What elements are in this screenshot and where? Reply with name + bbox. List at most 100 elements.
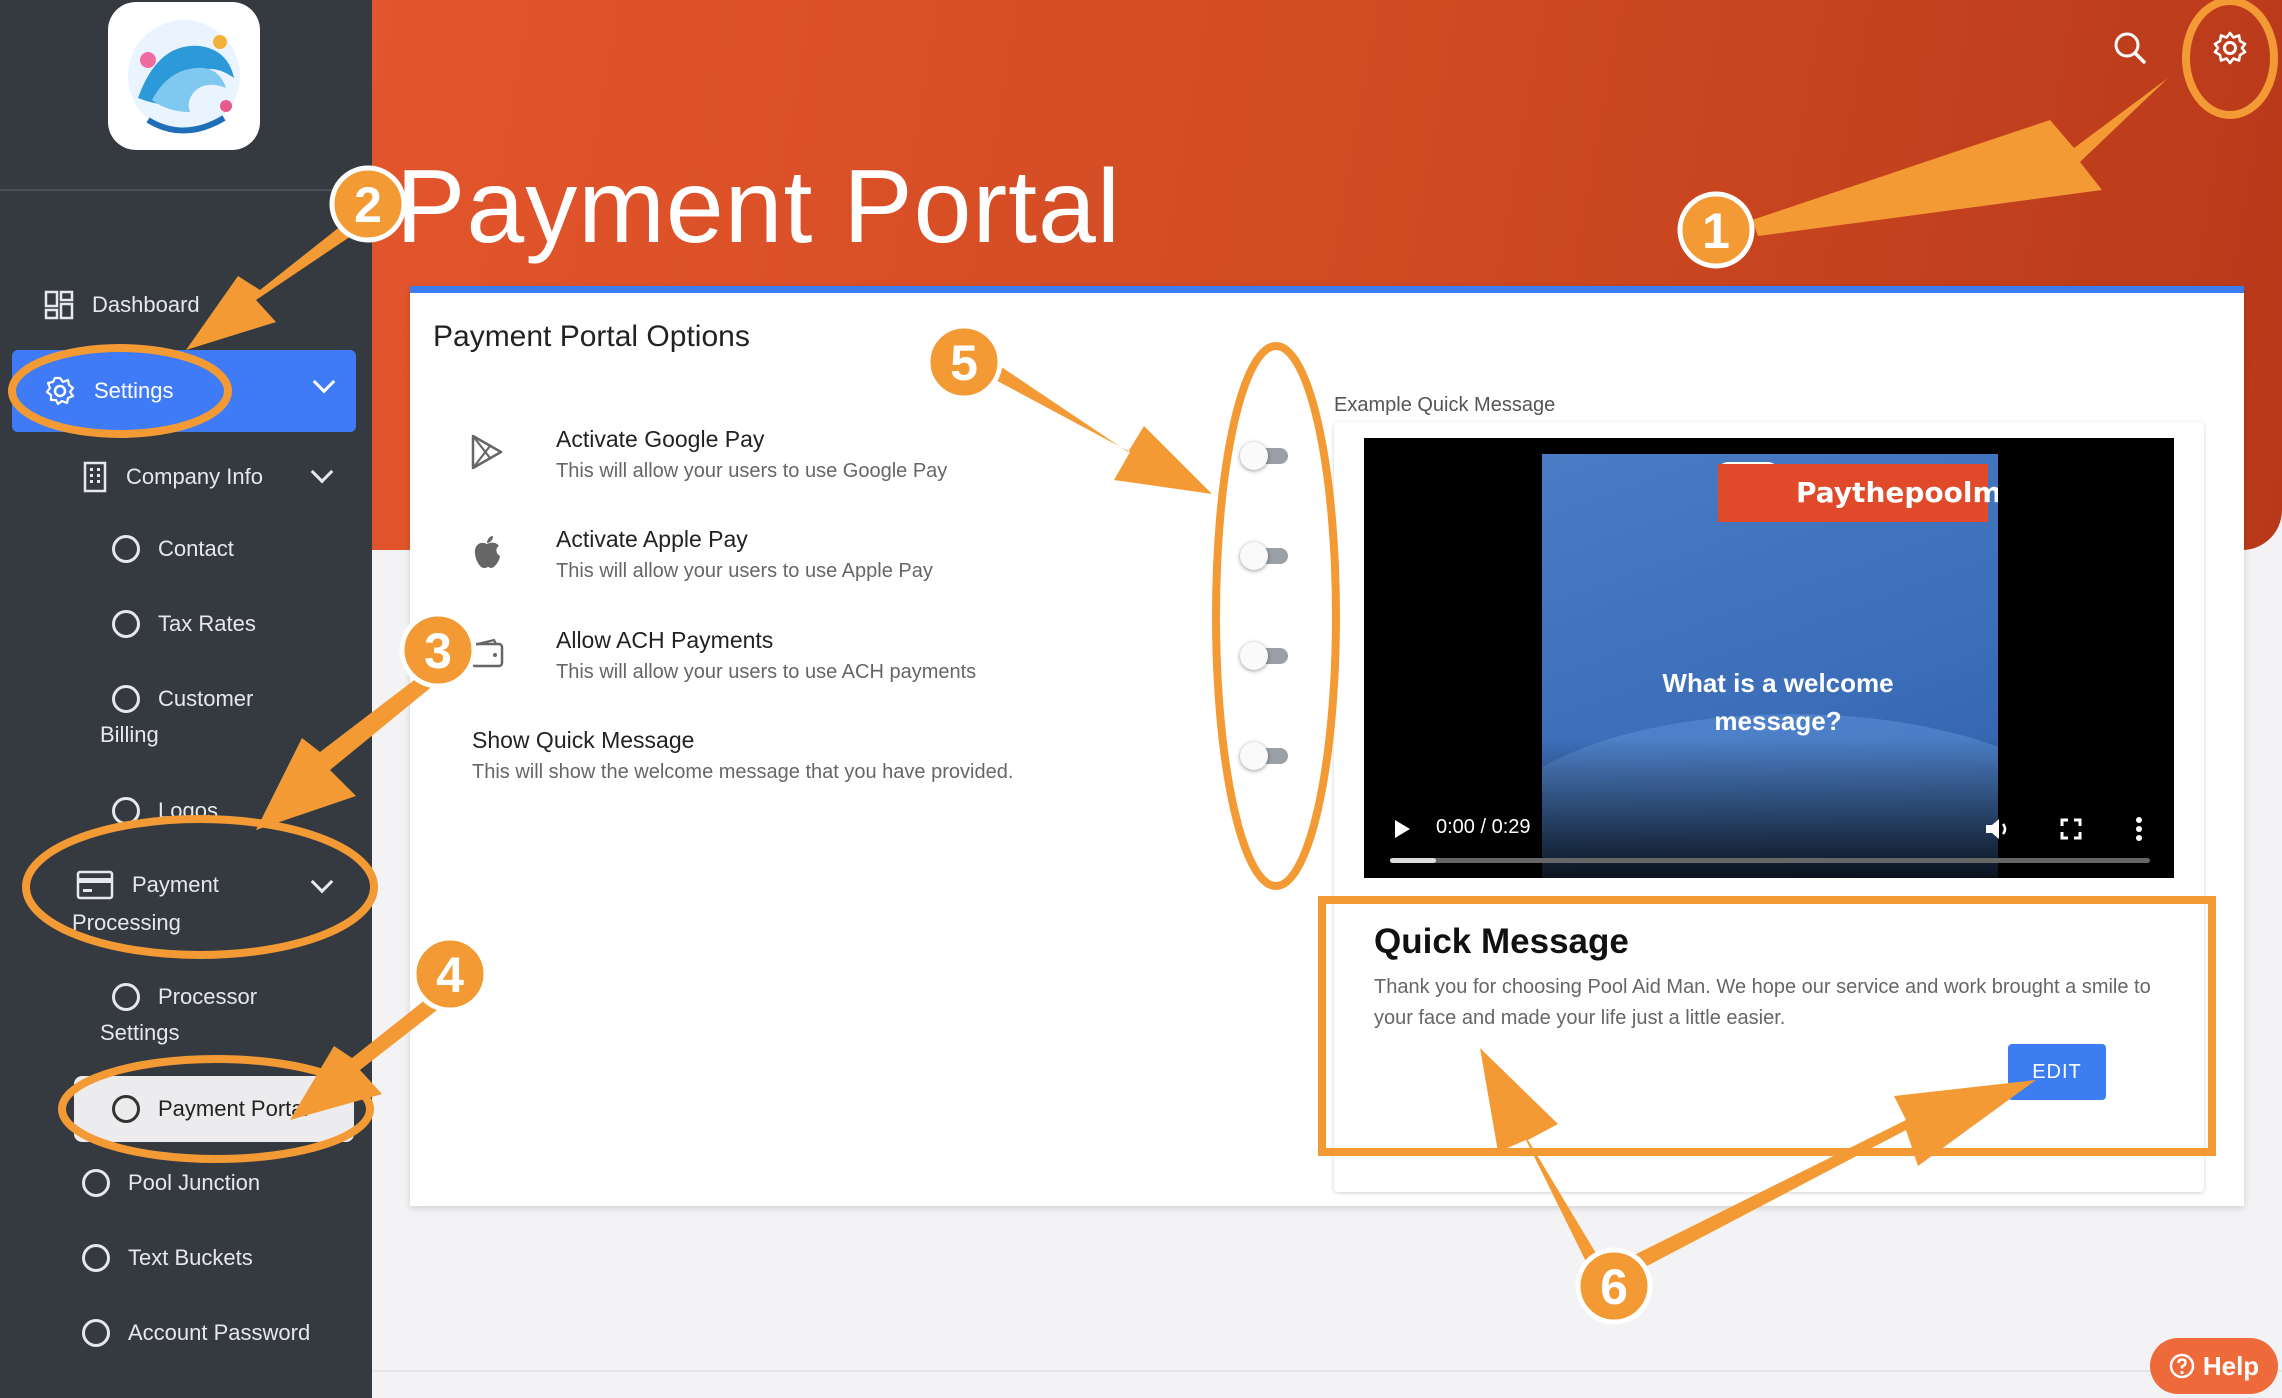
option-title-quick-message: Show Quick Message xyxy=(472,727,695,753)
toggle-knob xyxy=(1240,442,1268,470)
sidebar-item-payment-processing[interactable]: Payment xyxy=(76,868,219,902)
sidebar-item-pool-junction[interactable]: Pool Junction xyxy=(82,1166,260,1200)
welcome-video-player[interactable]: Paythepoolman What is a welcome message?… xyxy=(1364,438,2174,878)
sidebar-item-label: Logos xyxy=(158,798,218,823)
sidebar-item-dashboard[interactable]: Dashboard xyxy=(44,288,200,322)
circle-icon xyxy=(112,535,140,563)
sidebar-item-payment-portal-row[interactable]: Payment Portal xyxy=(112,1092,308,1126)
option-title-google-pay: Activate Google Pay xyxy=(556,426,765,452)
sidebar-item-label: Customer xyxy=(158,686,254,711)
credit-card-icon xyxy=(76,870,114,900)
sidebar-item-label: Contact xyxy=(158,536,234,561)
chevron-down-icon[interactable] xyxy=(312,370,336,394)
card-accent-bar xyxy=(410,286,2244,293)
page-bottom-divider xyxy=(372,1370,2282,1372)
payment-portal-options-card: Payment Portal Options Activate Google P… xyxy=(410,286,2244,1206)
annotation-badge-6 xyxy=(1575,1247,1653,1325)
option-desc-ach: This will allow your users to use ACH pa… xyxy=(556,661,977,683)
toggle-knob xyxy=(1240,542,1268,570)
sidebar-item-settings[interactable]: Settings xyxy=(12,350,356,432)
more-options-icon[interactable] xyxy=(2134,816,2144,842)
option-title-ach: Allow ACH Payments xyxy=(556,627,774,653)
play-icon[interactable] xyxy=(1392,818,1412,840)
page-title: Payment Portal xyxy=(396,149,1121,265)
quick-message-title: Quick Message xyxy=(1374,922,1629,961)
video-progress-bar[interactable] xyxy=(1390,858,2150,863)
circle-icon xyxy=(82,1319,110,1347)
circle-icon xyxy=(112,685,140,713)
toggle-quick-message[interactable] xyxy=(1240,740,1290,770)
sidebar-item-contact[interactable]: Contact xyxy=(112,532,234,566)
help-question-icon xyxy=(2169,1353,2195,1379)
sidebar-item-label-continued: Billing xyxy=(100,718,159,752)
toggle-google-pay[interactable] xyxy=(1240,440,1290,470)
sidebar-divider xyxy=(0,189,372,191)
sidebar-item-label: Settings xyxy=(100,1020,180,1045)
toggle-knob xyxy=(1240,742,1268,770)
edit-button[interactable]: EDIT xyxy=(2008,1044,2106,1100)
settings-row: Settings xyxy=(44,374,174,408)
volume-icon[interactable] xyxy=(1984,816,2012,842)
building-icon xyxy=(83,461,107,493)
wallet-icon xyxy=(470,638,504,668)
fullscreen-icon[interactable] xyxy=(2060,818,2082,840)
circle-icon xyxy=(82,1244,110,1272)
toggle-ach[interactable] xyxy=(1240,640,1290,670)
video-controls-gradient xyxy=(1364,738,2174,878)
sidebar-item-label: Billing xyxy=(100,722,159,747)
sidebar: Dashboard Settings Company Info Contact … xyxy=(0,0,372,1398)
option-desc-quick-message: This will show the welcome message that … xyxy=(472,761,1014,783)
wave-logo-icon xyxy=(128,20,240,134)
sidebar-item-tax-rates[interactable]: Tax Rates xyxy=(112,607,256,641)
sidebar-item-label: Payment xyxy=(132,872,219,897)
chevron-down-icon[interactable] xyxy=(310,870,334,894)
circle-icon xyxy=(112,610,140,638)
sidebar-item-label: Processor xyxy=(158,984,258,1009)
sidebar-item-logos[interactable]: Logos xyxy=(112,794,218,828)
apple-icon xyxy=(474,536,500,569)
option-desc-apple-pay: This will allow your users to use Apple … xyxy=(556,560,933,582)
quick-message-text: Thank you for choosing Pool Aid Man. We … xyxy=(1374,976,2151,1029)
sidebar-item-label: Processing xyxy=(72,910,181,935)
toggle-apple-pay[interactable] xyxy=(1240,540,1290,570)
sidebar-item-customer-billing[interactable]: Customer xyxy=(112,682,253,716)
annotation-badge-label: 6 xyxy=(1600,1259,1628,1315)
sidebar-item-label-continued: Processing xyxy=(72,906,181,940)
sidebar-item-processor-settings[interactable]: Processor xyxy=(112,980,257,1014)
help-button[interactable]: Help xyxy=(2150,1338,2278,1394)
sidebar-item-label: Dashboard xyxy=(92,292,200,317)
chevron-down-icon[interactable] xyxy=(310,460,334,484)
sidebar-item-label: Text Buckets xyxy=(128,1245,253,1270)
gear-icon[interactable] xyxy=(2210,28,2250,68)
circle-icon xyxy=(112,1095,140,1123)
search-icon[interactable] xyxy=(2110,28,2150,68)
option-desc-google-pay: This will allow your users to use Google… xyxy=(556,460,948,482)
circle-icon xyxy=(82,1169,110,1197)
app-logo[interactable] xyxy=(108,2,260,150)
sidebar-item-label: Pool Junction xyxy=(128,1170,261,1195)
sidebar-item-label: Account Password xyxy=(128,1320,311,1345)
sidebar-item-label: Settings xyxy=(94,378,174,403)
sidebar-item-label-continued: Settings xyxy=(100,1016,180,1050)
sidebar-item-label: Payment Portal xyxy=(158,1096,309,1121)
toggle-knob xyxy=(1240,642,1268,670)
example-quick-message-label: Example Quick Message xyxy=(1334,394,1556,416)
option-title-apple-pay: Activate Apple Pay xyxy=(556,526,748,552)
card-title: Payment Portal Options xyxy=(433,320,750,353)
gear-icon xyxy=(45,376,75,406)
example-quick-message-card: Paythepoolman What is a welcome message?… xyxy=(1334,422,2204,1192)
circle-icon xyxy=(112,983,140,1011)
video-time: 0:00 / 0:29 xyxy=(1436,816,1531,838)
help-label: Help xyxy=(2202,1350,2260,1381)
sidebar-item-account-password[interactable]: Account Password xyxy=(82,1316,310,1350)
sidebar-item-text-buckets[interactable]: Text Buckets xyxy=(82,1241,253,1275)
google-play-icon xyxy=(471,434,503,470)
video-caption: What is a welcome message? xyxy=(1662,668,1894,736)
dashboard-grid-icon xyxy=(44,290,74,320)
video-progress-fill xyxy=(1390,858,1436,863)
circle-icon xyxy=(112,797,140,825)
video-brand-banner: Paythepoolman xyxy=(1718,464,1998,522)
sidebar-item-label: Company Info xyxy=(126,464,263,489)
sidebar-item-company-info[interactable]: Company Info xyxy=(82,460,263,494)
sidebar-item-label: Tax Rates xyxy=(158,611,256,636)
